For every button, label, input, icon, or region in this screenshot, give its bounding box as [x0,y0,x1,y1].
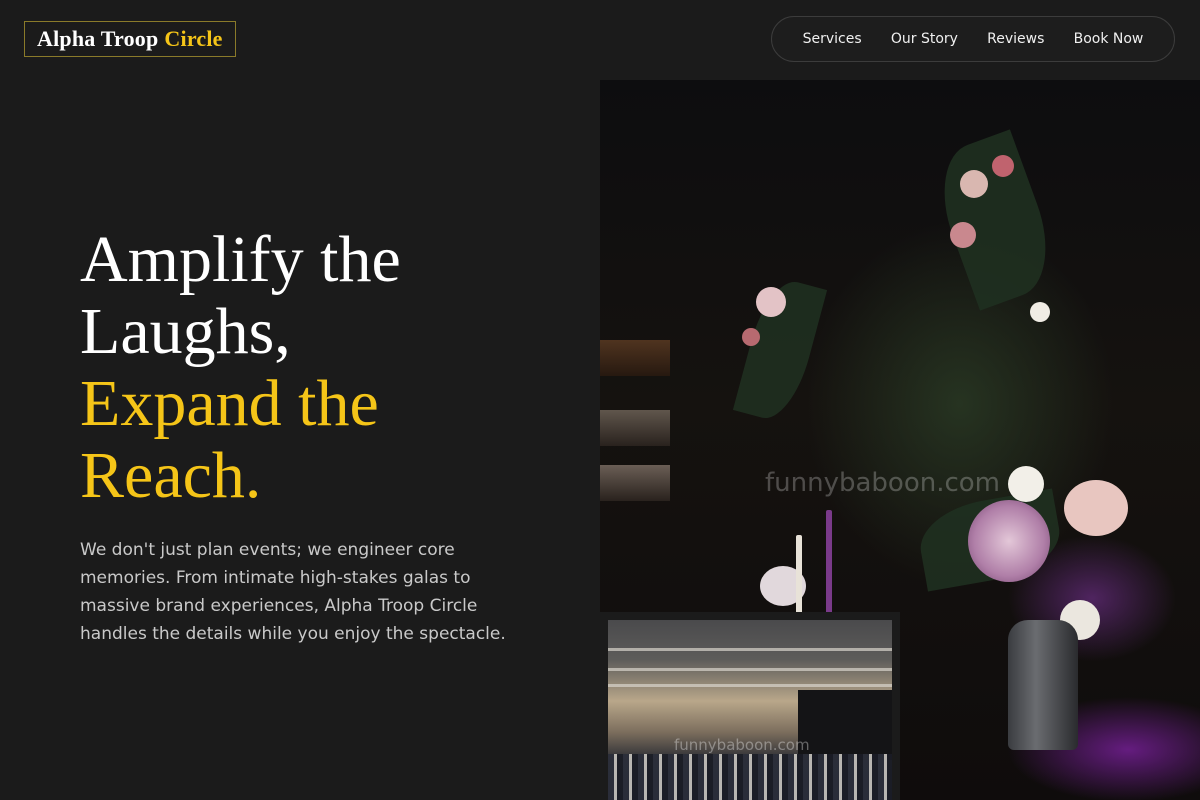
flower [1064,480,1128,536]
bar-shelf [600,340,670,376]
image-watermark: funnybaboon.com [674,736,810,754]
hero-headline: Amplify the Laughs, Expand the Reach. [80,224,401,512]
dahlia-flower [968,500,1050,582]
flower [1030,302,1050,322]
logo-accent-text: Circle [164,26,223,51]
stage-curtain [798,690,892,760]
hero-description: We don't just plan events; we engineer c… [80,540,506,644]
flower [742,328,760,346]
candle [826,510,832,620]
ceiling-light-strip [608,684,892,687]
flower [960,170,988,198]
candle [796,535,802,620]
ballroom-photo: funnybaboon.com [608,620,892,800]
logo-main-text: Alpha Troop [37,26,159,51]
audience-crowd [608,754,892,800]
vase [1008,620,1078,750]
headline-line-1: Amplify the [80,223,401,296]
ceiling-light-strip [608,668,892,671]
nav-link-reviews[interactable]: Reviews [987,31,1044,47]
main-nav: Services Our Story Reviews Book Now [771,16,1175,62]
nav-link-book-now[interactable]: Book Now [1074,31,1144,47]
bar-shelf [600,465,670,501]
flower [1008,466,1044,502]
flower [992,155,1014,177]
headline-line-3: Expand the [80,367,379,440]
nav-link-our-story[interactable]: Our Story [891,31,958,47]
flower [756,287,786,317]
flower [950,222,976,248]
headline-line-4: Reach. [80,439,262,512]
image-watermark: funnybaboon.com [765,468,1001,498]
ceiling-light-strip [608,648,892,651]
ballroom-photo-frame: funnybaboon.com [600,612,900,800]
nav-link-services[interactable]: Services [803,31,862,47]
brand-logo[interactable]: Alpha Troop Circle [24,21,236,57]
bar-shelf [600,410,670,446]
headline-line-2: Laughs, [80,295,291,368]
